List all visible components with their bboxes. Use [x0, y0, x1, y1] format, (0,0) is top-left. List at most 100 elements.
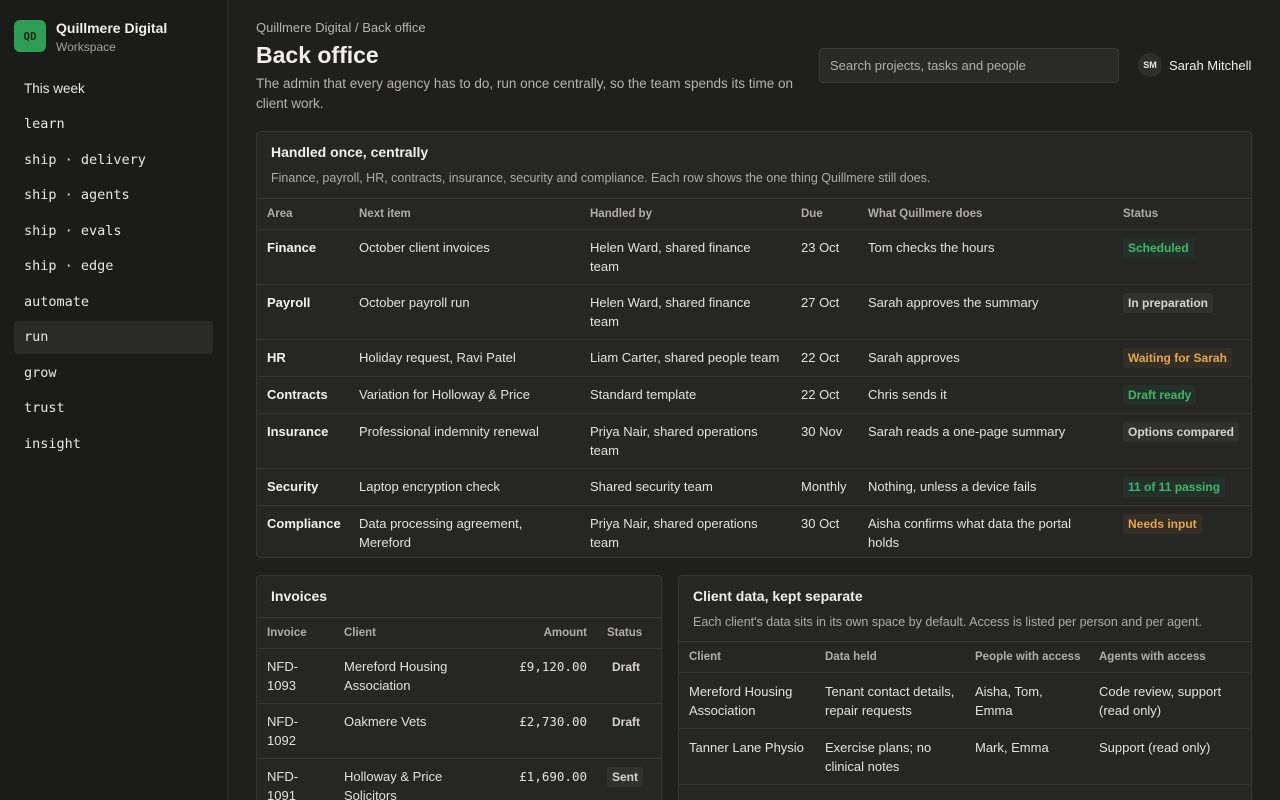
sidebar-item-ship-edge[interactable]: ship · edge — [14, 250, 213, 283]
next-item-cell: Data processing agreement, Mereford — [349, 505, 580, 557]
sidebar-item-this-week[interactable]: This week — [14, 72, 213, 105]
avatar: SM — [1138, 53, 1162, 77]
area-cell: Security — [257, 468, 349, 506]
client-cell: Oakmere Vets — [334, 703, 472, 759]
column-header[interactable]: Area — [257, 198, 349, 230]
sidebar-item-learn[interactable]: learn — [14, 108, 213, 141]
data-held-cell: Exercise plans; no clinical notes — [815, 728, 965, 785]
invoice-id-cell: NFD-1093 — [257, 648, 334, 704]
invoice-id-cell: NFD-1091 — [257, 758, 334, 800]
table-row[interactable]: NFD-1093 Mereford Housing Association £9,1… — [257, 648, 661, 704]
table-row[interactable]: Insurance Professional indemnity renewal P… — [257, 413, 1251, 469]
quillmere-action-cell: Aisha confirms what data the portal hold… — [858, 505, 1113, 557]
table-row[interactable]: Contracts Variation for Holloway & Price S… — [257, 376, 1251, 414]
column-header[interactable]: Handled by — [580, 198, 791, 230]
user-menu[interactable]: SM Sarah Mitchell — [1138, 53, 1251, 77]
sidebar-item-automate[interactable]: automate — [14, 285, 213, 318]
client-cell: Holloway & Price Solicitors — [334, 758, 472, 800]
column-header[interactable]: Client — [334, 617, 472, 649]
sidebar-item-run[interactable]: run — [14, 320, 213, 354]
area-cell: Insurance — [257, 413, 349, 469]
table-row[interactable]: Security Laptop encryption check Shared se… — [257, 468, 1251, 506]
client-cell: Tanner Lane Physio — [679, 728, 815, 785]
handled-by-cell: Shared security team — [580, 468, 791, 506]
area-cell: Compliance — [257, 505, 349, 557]
column-header[interactable]: Status — [1113, 198, 1251, 230]
area-cell: HR — [257, 339, 349, 377]
table-row[interactable]: HR Holiday request, Ravi Patel Liam Carter… — [257, 339, 1251, 377]
quillmere-action-cell: Sarah approves — [858, 339, 1113, 377]
sidebar-item-trust[interactable]: trust — [14, 392, 213, 425]
status-cell: Options compared — [1113, 413, 1251, 469]
card-title: Handled once, centrally — [271, 144, 429, 160]
table-row[interactable]: NFD-1092 Oakmere Vets £2,730.00 Draft — [257, 703, 661, 759]
column-header[interactable]: Status — [597, 617, 661, 649]
table-row[interactable]: Finance October client invoices Helen Ward… — [257, 229, 1251, 285]
page-description: The admin that every agency has to do, r… — [256, 76, 794, 111]
handled-by-cell: Priya Nair, shared operations team — [580, 413, 791, 469]
column-header[interactable]: People with access — [965, 641, 1089, 673]
next-item-cell: Laptop encryption check — [349, 468, 580, 506]
area-cell: Payroll — [257, 284, 349, 340]
status-cell: In preparation — [1113, 284, 1251, 340]
column-header[interactable]: Amount — [472, 617, 597, 649]
sidebar-item-ship-delivery[interactable]: ship · delivery — [14, 143, 213, 176]
client-data-table: Client Data held People with access Agents … — [679, 641, 1251, 785]
amount-cell: £1,690.00 — [472, 758, 597, 800]
sidebar-item-ship-evals[interactable]: ship · evals — [14, 214, 213, 247]
next-item-cell: October client invoices — [349, 229, 580, 285]
amount-cell: £2,730.00 — [472, 703, 597, 759]
status-badge: Needs input — [1123, 514, 1202, 534]
card-description: Each client's data sits in its own space… — [693, 615, 1202, 629]
client-cell: Mereford Housing Association — [334, 648, 472, 704]
status-badge: Draft — [612, 715, 641, 729]
workspace-subtitle: Workspace — [56, 40, 116, 54]
handled-by-cell: Priya Nair, shared operations team — [580, 505, 791, 557]
table-row[interactable]: Tanner Lane Physio Exercise plans; no cli… — [679, 728, 1251, 785]
next-item-cell: Holiday request, Ravi Patel — [349, 339, 580, 377]
agents-access-cell: Code review, support (read only) — [1089, 672, 1251, 729]
due-cell: 30 Nov — [791, 413, 858, 469]
search-input[interactable] — [819, 48, 1119, 83]
due-cell: 22 Oct — [791, 376, 858, 414]
status-cell: Scheduled — [1113, 229, 1251, 285]
sidebar-item-ship-agents[interactable]: ship · agents — [14, 179, 213, 212]
column-header[interactable]: What Quillmere does — [858, 198, 1113, 230]
handled-by-cell: Helen Ward, shared finance team — [580, 284, 791, 340]
workspace-logo: QD — [14, 20, 46, 52]
column-header[interactable]: Due — [791, 198, 858, 230]
quillmere-action-cell: Nothing, unless a device fails — [858, 468, 1113, 506]
status-badge: Sent — [607, 767, 644, 787]
breadcrumb[interactable]: Quillmere Digital / Back office — [256, 20, 426, 35]
column-header[interactable]: Next item — [349, 198, 580, 230]
page-title: Back office — [256, 42, 379, 68]
quillmere-action-cell: Sarah reads a one-page summary — [858, 413, 1113, 469]
sidebar-item-grow[interactable]: grow — [14, 356, 213, 389]
table-row[interactable]: Compliance Data processing agreement, Mer… — [257, 505, 1251, 557]
invoices-card: Invoices Invoice Client Amount Status NFD-1… — [256, 575, 662, 800]
card-description: Finance, payroll, HR, contracts, insuran… — [271, 171, 931, 185]
sidebar: QD Quillmere Digital Workspace This week… — [0, 0, 228, 800]
handled-by-cell: Standard template — [580, 376, 791, 414]
column-header[interactable]: Client — [679, 641, 815, 673]
column-header[interactable]: Data held — [815, 641, 965, 673]
handled-centrally-card: Handled once, centrally Finance, payroll… — [256, 131, 1252, 558]
due-cell: 30 Oct — [791, 505, 858, 557]
sidebar-item-insight[interactable]: insight — [14, 427, 213, 460]
status-badge: Waiting for Sarah — [1123, 348, 1232, 368]
due-cell: Monthly — [791, 468, 858, 506]
data-held-cell: Tenant contact details, repair requests — [815, 672, 965, 729]
status-cell: Waiting for Sarah — [1113, 339, 1251, 377]
column-header[interactable]: Invoice — [257, 617, 334, 649]
status-cell: Draft — [597, 703, 661, 759]
table-row[interactable]: Payroll October payroll run Helen Ward, sh… — [257, 284, 1251, 340]
table-row[interactable]: NFD-1091 Holloway & Price Solicitors £1,69… — [257, 758, 661, 800]
invoice-id-cell: NFD-1092 — [257, 703, 334, 759]
status-badge: Options compared — [1123, 422, 1240, 442]
client-data-card: Client data, kept separate Each client's… — [678, 575, 1252, 800]
table-row[interactable]: Mereford Housing Association Tenant conta… — [679, 672, 1251, 729]
card-title: Invoices — [271, 588, 328, 604]
column-header[interactable]: Agents with access — [1089, 641, 1251, 673]
status-cell: Needs input — [1113, 505, 1251, 557]
invoices-table: Invoice Client Amount Status NFD-1093 Merefo… — [257, 617, 661, 800]
